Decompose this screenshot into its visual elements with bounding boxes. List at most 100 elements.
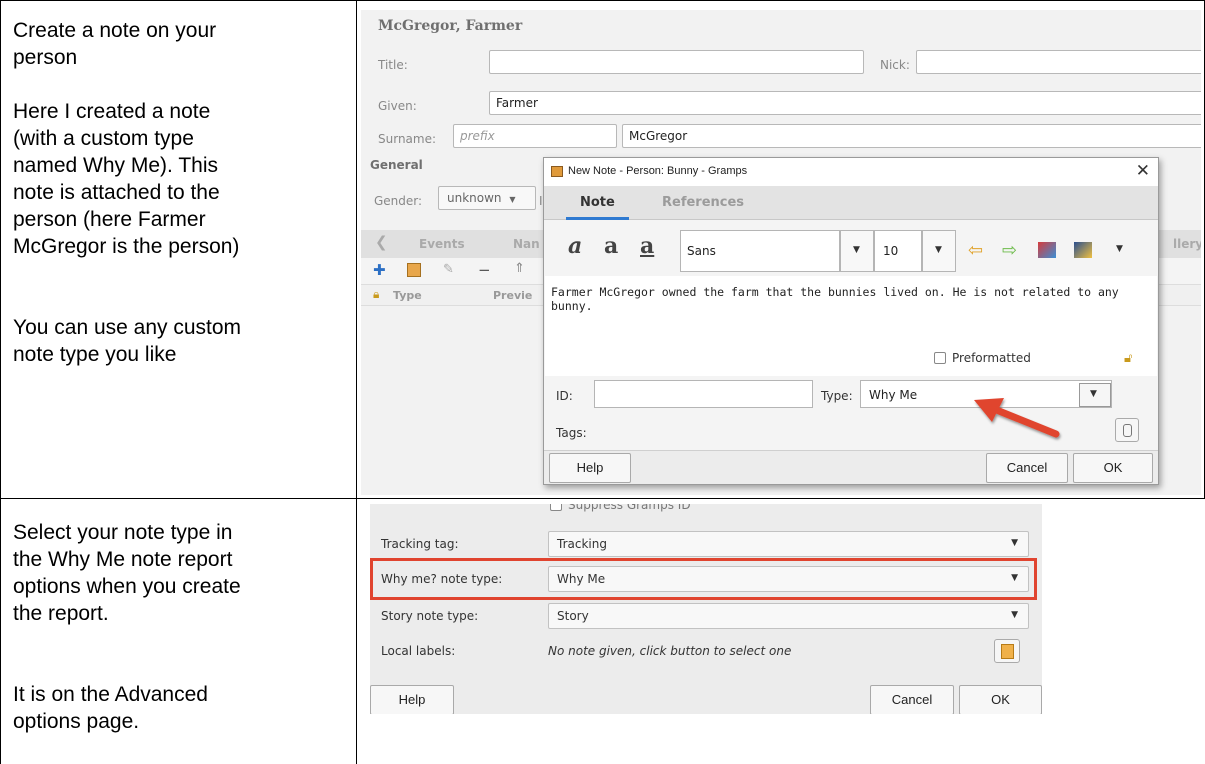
- preformatted-checkbox[interactable]: Preformatted: [934, 351, 1031, 365]
- highlight-color-icon[interactable]: [1074, 242, 1092, 258]
- ok-button[interactable]: OK: [959, 685, 1042, 714]
- instruction-line: Here I created a note: [13, 100, 211, 123]
- help-button[interactable]: Help: [370, 685, 454, 714]
- highlight-box: [370, 558, 1037, 600]
- instruction-line: McGregor is the person): [13, 235, 240, 258]
- given-label: Given:: [378, 99, 417, 113]
- option-label: Story note type:: [381, 609, 479, 623]
- given-input[interactable]: Farmer: [489, 91, 1201, 115]
- instruction-line: options when you create: [13, 575, 241, 598]
- add-icon[interactable]: ✚: [373, 261, 386, 279]
- table-top-border: [0, 0, 1205, 1]
- option-row-story-note-type: Story note type: Story: [370, 599, 1042, 633]
- tab-names[interactable]: Nan: [513, 237, 540, 251]
- ok-button[interactable]: OK: [1073, 453, 1153, 483]
- suppress-label: Suppress Gramps ID: [568, 504, 691, 512]
- instruction-line: note is attached to the: [13, 181, 220, 204]
- table-left-border: [0, 0, 1, 764]
- local-labels-value: No note given, click button to select on…: [548, 644, 792, 658]
- cancel-button[interactable]: Cancel: [870, 685, 954, 714]
- instruction-line: person: [13, 46, 78, 69]
- gramps-app-icon: [551, 166, 563, 177]
- share-icon[interactable]: [407, 263, 421, 277]
- person-heading: McGregor, Farmer: [378, 18, 523, 34]
- dialog-footer: Help Cancel OK: [544, 450, 1158, 484]
- option-row-tracking-tag: Tracking tag: Tracking: [370, 527, 1042, 561]
- table-column-divider: [356, 0, 357, 764]
- annotation-arrow: [974, 398, 1060, 438]
- id-label: ID:: [556, 389, 573, 403]
- column-type[interactable]: Type: [393, 289, 422, 302]
- select-note-button[interactable]: [994, 639, 1020, 663]
- instruction-line: options page.: [13, 710, 140, 733]
- underline-icon[interactable]: a: [640, 233, 654, 259]
- instruction-line: person (here Farmer: [13, 208, 206, 231]
- note-text-area[interactable]: Farmer McGregor owned the farm that the …: [545, 276, 1157, 376]
- text-color-icon[interactable]: [1038, 242, 1056, 258]
- cancel-button[interactable]: Cancel: [986, 453, 1068, 483]
- surname-input[interactable]: McGregor: [622, 124, 1201, 148]
- instruction-line: named Why Me). This: [13, 154, 219, 177]
- nick-input[interactable]: [916, 50, 1201, 74]
- checkbox-box: [550, 504, 562, 511]
- tab-back-icon[interactable]: ❮: [375, 233, 388, 251]
- tab-gallery[interactable]: llery: [1173, 237, 1201, 251]
- type-dropdown-button[interactable]: [1079, 383, 1111, 407]
- chevron-down-icon: ▼: [509, 195, 516, 204]
- undo-icon[interactable]: ⇦: [968, 240, 983, 261]
- edit-tags-button[interactable]: [1115, 418, 1139, 442]
- suppress-gramps-id-checkbox[interactable]: Suppress Gramps ID: [550, 504, 691, 512]
- tab-events[interactable]: Events: [419, 237, 465, 251]
- font-size-select[interactable]: 10: [874, 230, 922, 272]
- surname-label: Surname:: [378, 132, 437, 146]
- font-family-select[interactable]: Sans: [680, 230, 840, 272]
- instruction-line: the Why Me note report: [13, 548, 233, 571]
- column-preview[interactable]: Previe: [493, 289, 532, 302]
- instruction-line: Select your note type in: [13, 521, 233, 544]
- title-input[interactable]: [489, 50, 864, 74]
- dialog-tab-bar: Note References: [544, 186, 1158, 220]
- formatting-toolbar: a a a Sans 10 ⇦ ⇨ ▼: [544, 220, 1158, 276]
- surname-prefix-input[interactable]: prefix: [453, 124, 617, 148]
- redo-icon[interactable]: ⇨: [1002, 240, 1017, 261]
- tab-note[interactable]: Note: [566, 195, 629, 220]
- move-up-icon[interactable]: ⇑: [514, 261, 525, 276]
- tab-references[interactable]: References: [662, 195, 744, 210]
- note-text-line: bunny.: [551, 299, 593, 313]
- tracking-tag-dropdown[interactable]: Tracking: [548, 531, 1029, 557]
- close-icon[interactable]: ✕: [1136, 161, 1150, 181]
- instruction-line: Create a note on your: [13, 19, 217, 42]
- private-lock-icon: 🔒︎: [373, 287, 380, 301]
- table-row-divider: [0, 498, 1205, 499]
- font-size-dropdown-button[interactable]: [922, 230, 956, 272]
- instruction-cell-1: Create a note on your person Here I crea…: [13, 17, 348, 368]
- bold-icon[interactable]: a: [604, 233, 618, 259]
- more-options-icon[interactable]: ▼: [1116, 244, 1123, 254]
- id-input[interactable]: [594, 380, 813, 408]
- instruction-line: note type you like: [13, 343, 177, 366]
- tags-label: Tags:: [556, 426, 587, 440]
- instruction-cell-2: Select your note type in the Why Me note…: [13, 519, 348, 735]
- option-row-local-labels: Local labels: No note given, click butto…: [370, 634, 1042, 668]
- type-label: Type:: [821, 389, 853, 403]
- instruction-line: It is on the Advanced: [13, 683, 208, 706]
- help-button[interactable]: Help: [549, 453, 631, 483]
- private-lock-icon[interactable]: 🔓︎: [1124, 351, 1132, 366]
- general-section-label: General: [370, 158, 423, 172]
- dialog-titlebar: New Note - Person: Bunny - Gramps ✕: [544, 158, 1158, 186]
- instruction-line: (with a custom type: [13, 127, 194, 150]
- remove-icon[interactable]: −: [478, 261, 491, 279]
- option-label: Tracking tag:: [381, 537, 459, 551]
- option-label: Local labels:: [381, 644, 456, 658]
- story-note-type-dropdown[interactable]: Story: [548, 603, 1029, 629]
- italic-icon[interactable]: a: [568, 233, 582, 259]
- dialog-title: New Note - Person: Bunny - Gramps: [568, 165, 748, 177]
- gender-value: unknown: [447, 191, 502, 205]
- font-family-dropdown-button[interactable]: [840, 230, 874, 272]
- edit-icon[interactable]: ✎: [443, 262, 454, 277]
- note-text-line: Farmer McGregor owned the farm that the …: [551, 285, 1119, 299]
- gender-dropdown[interactable]: unknown ▼: [438, 186, 536, 210]
